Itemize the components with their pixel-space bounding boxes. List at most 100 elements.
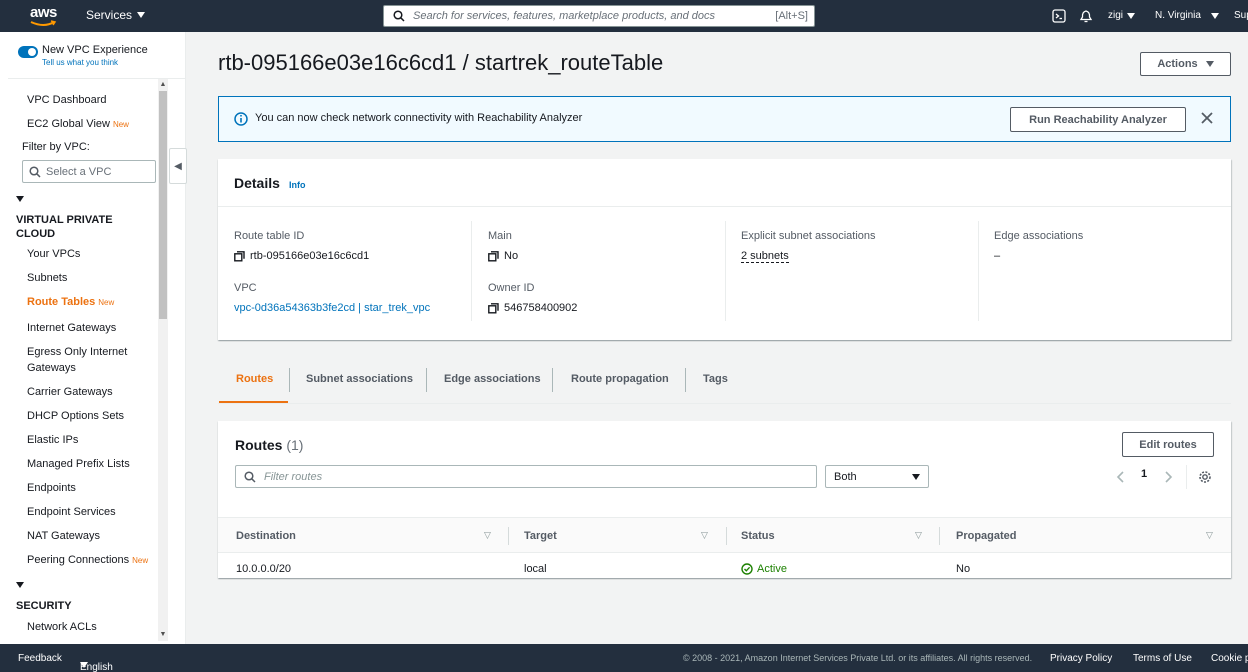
sidebar-item-endpoints[interactable]: Endpoints xyxy=(27,480,76,496)
filter-routes-input[interactable]: Filter routes xyxy=(235,465,817,488)
filter-routes-placeholder: Filter routes xyxy=(264,470,323,483)
privacy-policy-link[interactable]: Privacy Policy xyxy=(1050,653,1112,664)
feedback-link[interactable]: Feedback xyxy=(18,653,62,664)
sidebar-item-peering-connections[interactable]: Peering Connections New xyxy=(27,552,148,569)
chevron-right-icon[interactable] xyxy=(1163,470,1173,484)
sidebar-item-ec2-global-view[interactable]: EC2 Global View New xyxy=(27,116,129,133)
column-header-target[interactable]: Target xyxy=(524,530,557,542)
routes-title: Routes (1) xyxy=(235,437,303,453)
cloudshell-icon[interactable] xyxy=(1052,9,1066,23)
sidebar-item-network-acls[interactable]: Network ACLs xyxy=(27,619,97,635)
owner-id-value: 546758400902 xyxy=(488,302,577,314)
sort-icon[interactable]: ▽ xyxy=(915,530,922,541)
actions-button[interactable]: Actions xyxy=(1140,52,1231,76)
sidebar-item-dhcp-options-sets[interactable]: DHCP Options Sets xyxy=(27,408,124,424)
sidebar-item-egress-only-internet-gateways[interactable]: Egress Only Internet Gateways xyxy=(27,344,145,376)
edge-associations-value: – xyxy=(994,250,1001,262)
bell-icon[interactable] xyxy=(1079,9,1093,23)
close-icon[interactable] xyxy=(1200,111,1214,125)
services-label: Services xyxy=(86,8,133,22)
region-name: N. Virginia xyxy=(1155,10,1201,21)
user-menu[interactable]: zigi xyxy=(1108,10,1136,21)
scrollbar-thumb[interactable] xyxy=(159,91,167,319)
tab-tags[interactable]: Tags xyxy=(703,373,728,385)
toggle-label: New VPC Experience xyxy=(42,44,148,56)
sidebar-item-internet-gateways[interactable]: Internet Gateways xyxy=(27,320,116,336)
vpc-link[interactable]: vpc-0d36a54363b3fe2cd | star_trek_vpc xyxy=(234,302,430,314)
sidebar-item-your-vpcs[interactable]: Your VPCs xyxy=(27,246,80,262)
global-search[interactable]: [Alt+S] xyxy=(383,5,815,27)
gear-icon[interactable] xyxy=(1198,470,1212,484)
collapse-sidebar-button[interactable]: ◀ xyxy=(169,148,187,184)
column-divider xyxy=(471,221,472,321)
feedback-link[interactable]: Tell us what you think xyxy=(42,58,148,67)
banner-message: You can now check network connectivity w… xyxy=(255,112,583,124)
terms-of-use-link[interactable]: Terms of Use xyxy=(1133,653,1192,664)
support-menu[interactable]: Sup xyxy=(1234,10,1248,21)
edit-routes-button[interactable]: Edit routes xyxy=(1122,432,1214,457)
explicit-subnet-associations-value[interactable]: 2 subnets xyxy=(741,250,789,263)
sidebar-item-elastic-ips[interactable]: Elastic IPs xyxy=(27,432,78,448)
tab-route-propagation[interactable]: Route propagation xyxy=(571,373,669,385)
search-input[interactable] xyxy=(413,10,776,22)
aws-logo[interactable]: aws xyxy=(30,5,60,27)
new-badge: New xyxy=(132,556,149,565)
run-reachability-analyzer-button[interactable]: Run Reachability Analyzer xyxy=(1010,107,1186,132)
tab-bar: Routes Subnet associations Edge associat… xyxy=(218,363,1231,404)
column-header-propagated[interactable]: Propagated xyxy=(956,530,1017,542)
chevron-down-icon xyxy=(912,473,920,480)
tab-edge-associations[interactable]: Edge associations xyxy=(444,373,541,385)
copy-icon[interactable] xyxy=(234,250,245,262)
chevron-down-icon[interactable] xyxy=(16,582,24,588)
column-separator[interactable] xyxy=(508,527,509,545)
sidebar-item-route-tables[interactable]: Route Tables New xyxy=(27,294,114,311)
chevron-left-icon: ◀ xyxy=(174,160,182,172)
copy-icon[interactable] xyxy=(488,302,499,314)
tab-routes[interactable]: Routes xyxy=(236,373,273,385)
subnets-count-link[interactable]: 2 subnets xyxy=(741,250,789,263)
sort-icon[interactable]: ▽ xyxy=(701,530,708,541)
column-divider xyxy=(978,221,979,321)
sidebar-item-vpc-dashboard[interactable]: VPC Dashboard xyxy=(27,92,107,108)
page-title: rtb-095166e03e16c6cd1 / startrek_routeTa… xyxy=(218,50,664,75)
sidebar-item-subnets[interactable]: Subnets xyxy=(27,270,67,286)
search-shortcut-hint: [Alt+S] xyxy=(775,10,808,22)
status-text: Active xyxy=(757,563,787,575)
sort-icon[interactable]: ▽ xyxy=(1206,530,1213,541)
tab-separator xyxy=(552,368,553,392)
cookie-preferences-link[interactable]: Cookie p xyxy=(1211,653,1248,664)
column-header-destination[interactable]: Destination xyxy=(236,530,296,542)
sidebar-item-nat-gateways[interactable]: NAT Gateways xyxy=(27,528,100,544)
copy-icon[interactable] xyxy=(488,250,499,262)
column-header-status[interactable]: Status xyxy=(741,530,775,542)
sort-icon[interactable]: ▽ xyxy=(484,530,491,541)
routes-count: (1) xyxy=(286,437,304,453)
tab-separator xyxy=(289,368,290,392)
aws-smile-icon xyxy=(30,20,57,26)
column-separator[interactable] xyxy=(726,527,727,545)
routes-title-text: Routes xyxy=(235,437,283,453)
info-link[interactable]: Info xyxy=(289,180,306,190)
chevron-left-icon[interactable] xyxy=(1116,470,1126,484)
sidebar-item-managed-prefix-lists[interactable]: Managed Prefix Lists xyxy=(27,456,130,472)
vpc-select-placeholder: Select a VPC xyxy=(46,165,112,178)
page-number[interactable]: 1 xyxy=(1141,468,1147,480)
chevron-down-icon[interactable] xyxy=(16,196,24,202)
info-icon xyxy=(234,112,248,126)
services-menu-button[interactable]: Services xyxy=(86,8,146,22)
scroll-down-arrow-icon[interactable]: ▼ xyxy=(159,631,167,639)
vpc-label: VPC xyxy=(234,282,257,294)
details-title: Details xyxy=(234,175,280,191)
propagation-filter-select[interactable]: Both xyxy=(825,465,929,488)
new-vpc-experience-toggle[interactable] xyxy=(18,46,38,58)
sidebar-item-carrier-gateways[interactable]: Carrier Gateways xyxy=(27,384,113,400)
sidebar-item-endpoint-services[interactable]: Endpoint Services xyxy=(27,504,116,520)
region-menu[interactable]: N. Virginia xyxy=(1155,10,1219,21)
tab-subnet-associations[interactable]: Subnet associations xyxy=(306,373,413,385)
vpc-filter-select[interactable]: Select a VPC xyxy=(22,160,156,183)
chevron-down-icon xyxy=(80,662,88,668)
column-separator[interactable] xyxy=(939,527,940,545)
owner-id-text: 546758400902 xyxy=(504,302,578,314)
sidebar-scrollbar[interactable]: ▲ ▼ xyxy=(158,79,168,641)
scroll-up-arrow-icon[interactable]: ▲ xyxy=(159,81,167,89)
